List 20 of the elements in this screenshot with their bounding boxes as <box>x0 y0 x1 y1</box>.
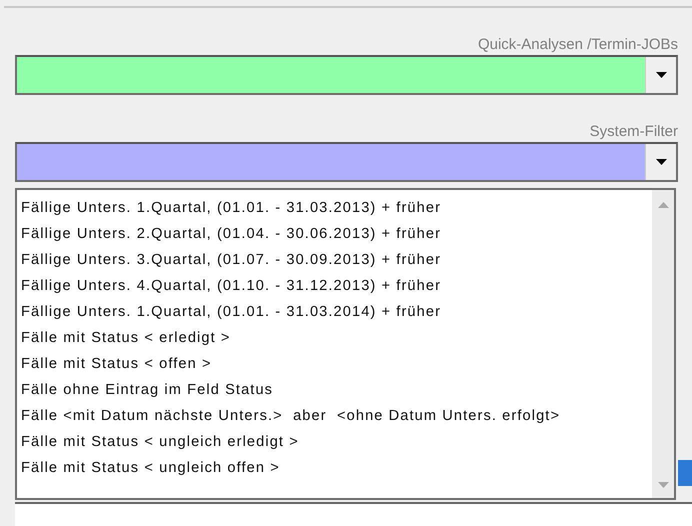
dropdown-field[interactable] <box>15 142 678 182</box>
dropdown-option[interactable]: Fällige Unters. 4.Quartal, (01.10. - 31.12.2013) + früher <box>21 273 652 299</box>
caret-icon <box>656 72 666 78</box>
field-label: System-Filter <box>588 122 679 142</box>
dropdown-button[interactable] <box>645 57 676 93</box>
dropdown-option[interactable]: Fällige Unters. 3.Quartal, (01.07. - 30.09.2013) + früher <box>21 247 652 273</box>
dropdown-option[interactable]: Fällige Unters. 1.Quartal, (01.01. - 31.03.2014) + früher <box>21 299 652 325</box>
dropdown-field[interactable] <box>15 55 678 95</box>
dropdown-option[interactable]: Fälle mit Status < erledigt > <box>21 325 652 351</box>
dropdown-option[interactable]: Fällige Unters. 1.Quartal, (01.01. - 31.03.2013) + früher <box>21 195 652 221</box>
dropdown-option[interactable]: Fälle mit Status < ungleich erledigt > <box>21 429 652 455</box>
dropdown-option[interactable]: Fälle ohne Eintrag im Feld Status <box>21 377 652 403</box>
caret-icon <box>656 159 666 165</box>
field-label: Quick-Analysen /Termin-JOBs <box>476 35 679 55</box>
dropdown-option[interactable]: Fälle <mit Datum nächste Unters.> aber <ohne Datum Unters. erfolgt> <box>21 403 652 429</box>
dropdown-option[interactable]: Fällige Unters. 2.Quartal, (01.04. - 30.06.2013) + früher <box>21 221 652 247</box>
dropdown-option[interactable]: Fälle mit Status < offen > <box>21 351 652 377</box>
dropdown-button[interactable] <box>645 144 676 180</box>
dropdown-option[interactable]: Fälle mit Status < ungleich offen > <box>21 455 652 481</box>
selected-row-highlight <box>678 460 692 486</box>
